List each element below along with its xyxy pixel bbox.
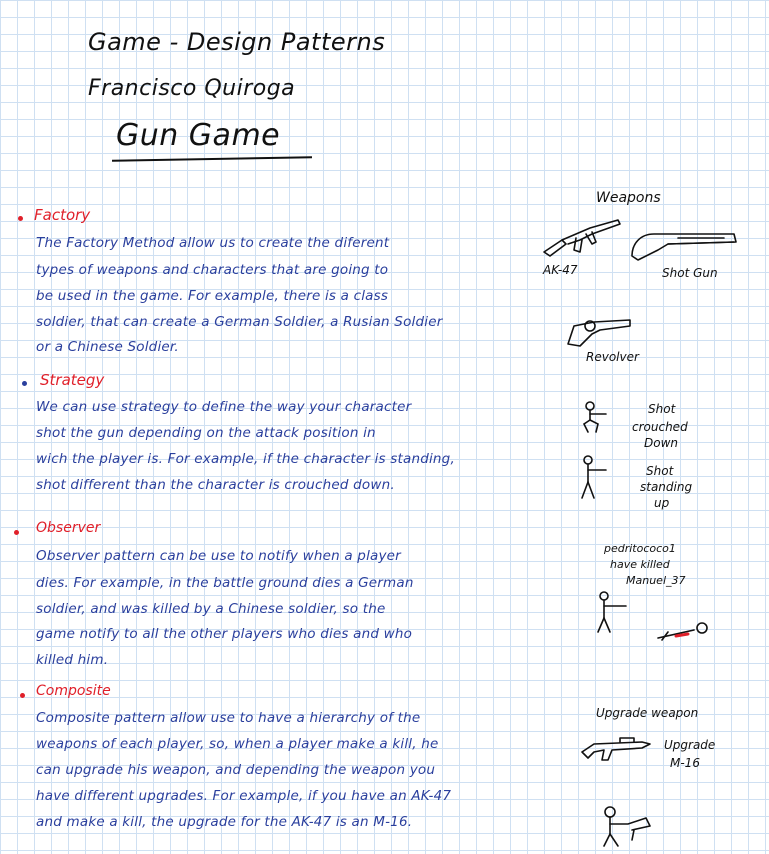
- m16-sketch-icon: [580, 732, 652, 762]
- crouched-caption-line: crouched: [632, 420, 688, 434]
- revolver-sketch-icon: [560, 312, 634, 348]
- standing-caption-line: up: [654, 496, 670, 510]
- factory-line: or a Chinese Soldier.: [36, 339, 179, 355]
- composite-line: have different upgrades. For example, if…: [36, 788, 452, 804]
- kill-feed-line: have killed: [610, 558, 670, 571]
- revolver-label: Revolver: [586, 350, 639, 364]
- composite-line: weapons of each player, so, when a playe…: [36, 736, 439, 752]
- ak47-label: AK-47: [543, 263, 578, 277]
- factory-line: types of weapons and characters that are…: [36, 262, 389, 278]
- bullet-factory: [18, 216, 23, 221]
- section-heading-strategy: Strategy: [40, 371, 105, 389]
- upgrade-title: Upgrade weapon: [596, 706, 699, 720]
- bullet-composite: [20, 693, 25, 698]
- weapons-title: Weapons: [596, 190, 661, 206]
- document-title: Game - Design Patterns: [88, 28, 386, 56]
- strategy-line: We can use strategy to define the way yo…: [36, 399, 412, 415]
- section-heading-composite: Composite: [36, 683, 111, 699]
- factory-line: be used in the game. For example, there …: [36, 288, 389, 304]
- title-underline: [111, 156, 313, 162]
- observer-line: Observer pattern can be use to notify wh…: [36, 548, 401, 564]
- composite-line: and make a kill, the upgrade for the AK-…: [36, 814, 413, 830]
- shooter-soldier-sketch-icon: [594, 590, 628, 634]
- upgrade-caption-line: M-16: [670, 756, 700, 770]
- standing-soldier-sketch-icon: [578, 454, 608, 500]
- upgraded-soldier-sketch-icon: [598, 804, 662, 848]
- shotgun-sketch-icon: [628, 226, 740, 266]
- author-name: Francisco Quiroga: [88, 76, 296, 101]
- ak47-sketch-icon: [540, 214, 624, 260]
- kill-feed-line: Manuel_37: [626, 574, 686, 587]
- section-heading-observer: Observer: [36, 520, 101, 536]
- observer-line: killed him.: [36, 652, 109, 668]
- standing-caption-line: standing: [640, 480, 693, 494]
- bullet-observer: [14, 530, 19, 535]
- game-title: Gun Game: [116, 118, 281, 153]
- crouched-caption-line: Down: [644, 436, 679, 450]
- upgrade-caption-line: Upgrade: [664, 738, 716, 752]
- factory-line: soldier, that can create a German Soldie…: [36, 314, 443, 330]
- strategy-line: wich the player is. For example, if the …: [36, 451, 455, 467]
- composite-line: Composite pattern allow use to have a hi…: [36, 710, 421, 726]
- crouched-soldier-sketch-icon: [580, 400, 608, 436]
- crouched-caption-line: Shot: [648, 402, 676, 416]
- factory-line: The Factory Method allow us to create th…: [36, 235, 390, 251]
- strategy-line: shot different than the character is cro…: [36, 477, 395, 493]
- observer-line: game notify to all the other players who…: [36, 626, 413, 642]
- fallen-soldier-sketch-icon: [654, 620, 714, 644]
- section-heading-factory: Factory: [34, 206, 91, 224]
- strategy-line: shot the gun depending on the attack pos…: [36, 425, 376, 441]
- kill-feed-line: pedritococo1: [604, 542, 676, 555]
- observer-line: soldier, and was killed by a Chinese sol…: [36, 601, 386, 617]
- observer-line: dies. For example, in the battle ground …: [36, 575, 414, 591]
- composite-line: can upgrade his weapon, and depending th…: [36, 762, 436, 778]
- standing-caption-line: Shot: [646, 464, 674, 478]
- shotgun-label: Shot Gun: [662, 266, 718, 280]
- bullet-strategy: [22, 381, 27, 386]
